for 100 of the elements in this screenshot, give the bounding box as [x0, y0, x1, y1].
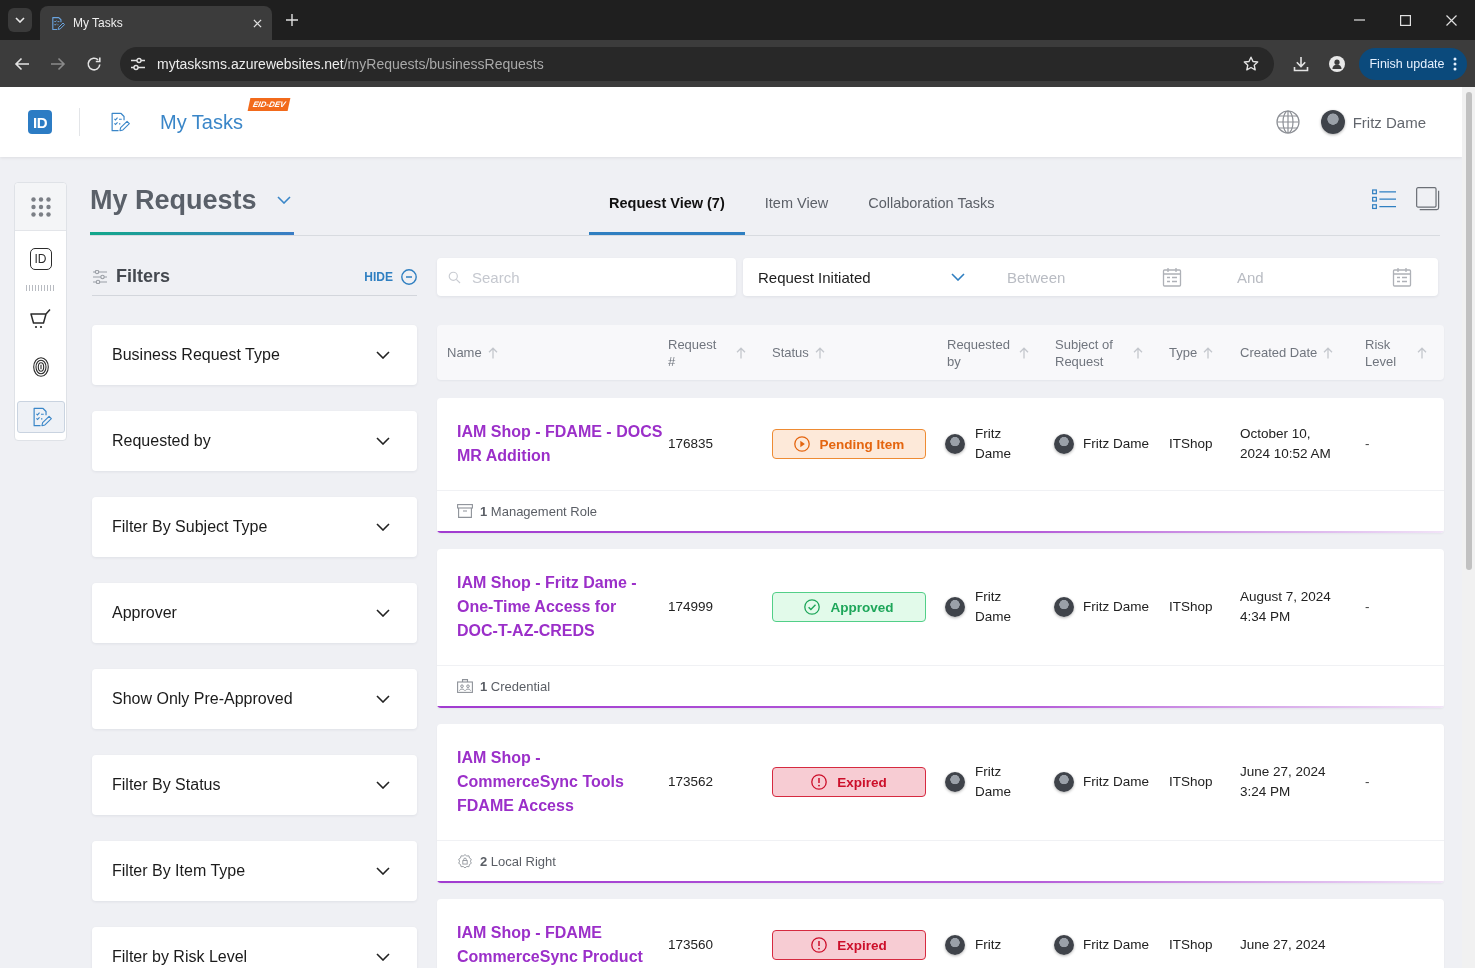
card-view-icon[interactable] [1416, 187, 1440, 211]
risk-level: - [1365, 598, 1371, 616]
filter-dropdown[interactable]: Requested by [92, 411, 417, 471]
download-icon[interactable] [1293, 55, 1309, 72]
request-name-link[interactable]: IAM Shop - FDAME - DOCS MR Addition [447, 420, 668, 468]
item-summary: 2 Local Right [480, 853, 556, 869]
view-tab[interactable]: Collaboration Tasks [848, 183, 1015, 235]
column-header[interactable]: Type [1169, 344, 1198, 361]
view-tab[interactable]: Request View (7) [589, 183, 745, 235]
page-title-dropdown[interactable]: My Requests [90, 183, 294, 235]
request-number: 174999 [668, 598, 715, 616]
id-card-icon [457, 679, 473, 693]
avatar [1054, 597, 1074, 617]
star-icon[interactable] [1243, 55, 1259, 72]
environment-badge: EID-DEV [247, 97, 291, 111]
back-arrow-icon[interactable] [14, 55, 30, 72]
cart-icon [29, 309, 52, 329]
finish-update-button[interactable]: Finish update [1359, 47, 1467, 80]
status-label: Approved [830, 599, 894, 615]
search-field[interactable]: Search [437, 258, 736, 296]
maximize-icon[interactable] [1400, 14, 1411, 26]
caret-down-icon [15, 17, 25, 23]
filter-dropdown[interactable]: Show Only Pre-Approved [92, 669, 417, 729]
request-number: 173562 [668, 773, 715, 791]
address-bar[interactable]: mytasksms.azurewebsites.net/myRequests/businessRequests [120, 46, 1274, 81]
reload-icon[interactable] [86, 55, 102, 72]
created-date: October 10, 2024 10:52 AM [1240, 425, 1332, 463]
tab-list-button[interactable] [8, 8, 32, 32]
chevron-down-icon [276, 196, 291, 204]
filters-title: Filters [116, 266, 171, 287]
avatar [1054, 935, 1074, 955]
risk-level: - [1365, 435, 1371, 453]
subject-name: Fritz Dame [1083, 598, 1149, 616]
avatar [945, 597, 965, 617]
id-logo[interactable]: ID [28, 110, 52, 134]
requester-name: Fritz [975, 936, 1003, 954]
requester-name: Fritz Dame [975, 588, 1012, 626]
created-date: August 7, 2024 4:34 PM [1240, 588, 1332, 626]
request-type: ITShop [1169, 773, 1214, 791]
check-circle-icon [804, 599, 821, 615]
request-name-link[interactable]: IAM Shop - Fritz Dame - One-Time Access for DOC-T-AZ-CREDS [447, 571, 668, 643]
column-header[interactable]: Created Date [1240, 344, 1318, 361]
request-name-link[interactable]: IAM Shop - FDAME CommerceSync Product [447, 921, 668, 968]
date-field[interactable]: And [1237, 265, 1392, 289]
forward-arrow-icon[interactable] [50, 55, 66, 72]
filter-dropdown[interactable]: Filter By Item Type [92, 841, 417, 901]
chevron-down-icon [951, 273, 965, 281]
fingerprint-icon [32, 357, 49, 377]
requester-name: Fritz Dame [975, 763, 1012, 801]
created-date: June 27, 2024 [1240, 936, 1327, 954]
user-name[interactable]: Fritz Dame [1352, 113, 1426, 131]
hide-filters-button[interactable]: HIDE [364, 268, 417, 285]
list-view-icon[interactable] [1372, 188, 1396, 210]
column-header[interactable]: Status [772, 344, 809, 361]
apps-button[interactable] [15, 183, 66, 231]
avatar [945, 935, 965, 955]
request-number: 176835 [668, 435, 715, 453]
rail-item[interactable]: ID [16, 239, 65, 279]
alert-circle-icon [811, 774, 828, 790]
filter-dropdown[interactable]: Approver [92, 583, 417, 643]
column-header[interactable]: Request # [668, 335, 720, 370]
column-header[interactable]: Name [447, 344, 482, 361]
item-summary: 1 Management Role [480, 503, 598, 519]
tune-icon[interactable] [130, 56, 146, 71]
gear-lock-icon [457, 854, 473, 868]
date-field[interactable]: Between [1007, 265, 1162, 289]
minus-circle-icon [401, 268, 417, 285]
status-label: Pending Item [819, 436, 905, 452]
subject-name: Fritz Dame [1083, 936, 1149, 954]
browser-tab[interactable]: My Tasks [40, 6, 272, 40]
plus-icon[interactable] [286, 14, 298, 26]
filter-dropdown[interactable]: Filter By Status [92, 755, 417, 815]
requester-name: Fritz Dame [975, 425, 1012, 463]
id-logo: ID [29, 248, 52, 270]
filter-dropdown[interactable]: Filter By Subject Type [92, 497, 417, 557]
request-type: ITShop [1169, 936, 1214, 954]
avatar[interactable] [1320, 110, 1345, 134]
view-tab[interactable]: Item View [744, 183, 849, 235]
scrollbar-thumb[interactable] [1465, 92, 1472, 570]
avatar [945, 772, 965, 792]
request-type: ITShop [1169, 598, 1214, 616]
app-title: My Tasks [160, 110, 243, 134]
calendar-icon[interactable] [1162, 267, 1182, 287]
close-icon[interactable] [253, 18, 262, 28]
profile-icon[interactable] [1329, 55, 1345, 72]
filter-dropdown[interactable]: Business Request Type [92, 325, 417, 385]
filter-dropdown[interactable]: Filter by Risk Level [92, 927, 417, 968]
risk-level: - [1365, 773, 1371, 791]
globe-icon[interactable] [1275, 110, 1300, 134]
column-header[interactable]: Risk Level [1365, 335, 1405, 370]
request-number: 173560 [668, 936, 715, 954]
close-icon[interactable] [1446, 14, 1457, 26]
request-name-link[interactable]: IAM Shop - CommerceSync Tools FDAME Access [447, 746, 668, 818]
created-date: June 27, 2024 3:24 PM [1240, 763, 1327, 801]
date-type-dropdown[interactable]: Request Initiated [758, 258, 965, 296]
calendar-icon[interactable] [1392, 267, 1412, 287]
column-header[interactable]: Subject of Request [1055, 335, 1125, 370]
item-summary: 1 Credential [480, 678, 551, 694]
request-type: ITShop [1169, 435, 1214, 453]
column-header[interactable]: Requested by [947, 335, 1013, 370]
